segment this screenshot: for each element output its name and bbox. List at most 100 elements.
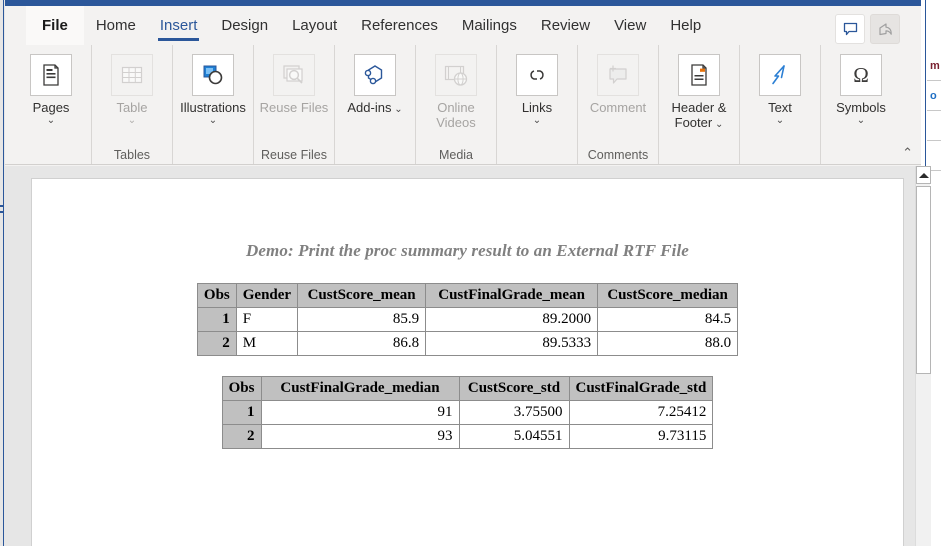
chevron-down-icon[interactable]: ⌄ — [391, 104, 402, 115]
ribbon-group: Text ⌄ — [740, 45, 821, 164]
ribbon-button-comment: Comment — [580, 51, 656, 118]
symbols-icon: Ω — [840, 54, 882, 96]
tab-home[interactable]: Home — [84, 6, 148, 45]
cell-custscore-mean: 85.9 — [297, 307, 427, 332]
chevron-down-icon[interactable]: ⌄ — [857, 115, 865, 126]
ribbon-group: Pages ⌄ — [11, 45, 92, 164]
ribbon-group-tables: Table ⌄ Tables — [92, 45, 173, 164]
column-header-custfinalgrade-mean: CustFinalGrade_mean — [425, 283, 599, 308]
scroll-up-button[interactable] — [916, 166, 931, 184]
table-icon — [111, 54, 153, 96]
share-button[interactable] — [870, 14, 900, 44]
left-edge-marker — [0, 211, 4, 213]
comment-button[interactable] — [835, 14, 865, 44]
column-header-gender: Gender — [235, 283, 299, 308]
document-canvas: Demo: Print the proc summary result to a… — [5, 166, 921, 546]
background-text-fragment-2: o — [930, 90, 937, 102]
tab-insert[interactable]: Insert — [148, 6, 210, 45]
ribbon-button-label: Reuse Files — [259, 100, 329, 115]
window-command-buttons — [835, 14, 900, 44]
cell-obs: 2 — [196, 331, 237, 356]
cell-gender: M — [235, 331, 299, 356]
ribbon-group: Ω Symbols ⌄ — [821, 45, 901, 164]
cell-custscore-std: 5.04551 — [458, 424, 570, 449]
ribbon-group-items: Text ⌄ — [742, 45, 818, 146]
scrollbar-track[interactable] — [916, 374, 931, 546]
table-row: 1 F 85.9 89.2000 84.5 — [196, 307, 739, 332]
summary-table-1[interactable]: Obs Gender CustScore_mean CustFinalGrade… — [196, 283, 739, 356]
ribbon-button-label: Links — [521, 100, 553, 115]
vertical-scrollbar[interactable] — [915, 166, 931, 546]
ribbon-button-header-footer[interactable]: Header & Footer ⌄ — [661, 51, 737, 133]
svg-text:Ω: Ω — [853, 63, 869, 87]
ribbon-button-label: Symbols — [836, 100, 886, 115]
cell-custfinalgrade-median: 91 — [260, 400, 460, 425]
background-window-line — [927, 80, 941, 81]
tab-layout[interactable]: Layout — [280, 6, 349, 45]
ribbon-group-items: Links ⌄ — [499, 45, 575, 146]
ribbon-group: Add-ins ⌄ — [335, 45, 416, 164]
ribbon-tab-strip: File Home Insert Design Layout References Mail… — [5, 6, 921, 45]
cell-obs: 1 — [196, 307, 237, 332]
column-header-obs: Obs — [196, 283, 237, 308]
tab-file[interactable]: File — [26, 6, 84, 45]
pages-icon — [30, 54, 72, 96]
cell-custscore-std: 3.75500 — [458, 400, 570, 425]
table-row: 2 M 86.8 89.5333 88.0 — [196, 331, 739, 356]
ribbon-group-items: Comment — [580, 45, 656, 146]
chevron-down-icon[interactable]: ⌄ — [533, 115, 541, 126]
ribbon-group: Illustrations ⌄ — [173, 45, 254, 164]
tab-references[interactable]: References — [349, 6, 450, 45]
ribbon-group-items: Illustrations ⌄ — [175, 45, 251, 146]
collapse-ribbon-button[interactable]: ⌃ — [902, 145, 913, 161]
ribbon-button-label: Text — [768, 100, 792, 115]
table-row: 2 93 5.04551 9.73115 — [221, 424, 714, 449]
word-application-window: m o File Home Insert Design Layout References… — [0, 0, 941, 546]
ribbon-group-items: Add-ins ⌄ — [337, 45, 413, 146]
ribbon-button-label: Pages — [32, 100, 70, 115]
scrollbar-thumb[interactable] — [916, 186, 931, 374]
table-header-row: Obs Gender CustScore_mean CustFinalGrade… — [196, 283, 739, 308]
chevron-down-icon[interactable]: ⌄ — [712, 119, 723, 130]
cell-custfinalgrade-mean: 89.5333 — [425, 331, 599, 356]
ribbon-button-label: Add-ins ⌄ — [347, 100, 403, 115]
chevron-down-icon[interactable]: ⌄ — [776, 115, 784, 126]
chevron-down-icon[interactable]: ⌄ — [128, 115, 136, 126]
ribbon-button-links[interactable]: Links ⌄ — [499, 51, 575, 129]
tab-help[interactable]: Help — [658, 6, 713, 45]
ribbon-button-illustrations[interactable]: Illustrations ⌄ — [175, 51, 251, 129]
scroll-up-arrow-icon — [918, 172, 929, 178]
text-icon — [759, 54, 801, 96]
document-page[interactable]: Demo: Print the proc summary result to a… — [31, 178, 904, 546]
comment-icon — [842, 21, 859, 38]
ribbon-button-pages[interactable]: Pages ⌄ — [13, 51, 89, 129]
ribbon-group-label: Media — [438, 148, 474, 162]
share-icon — [877, 21, 894, 38]
summary-table-2[interactable]: Obs CustFinalGrade_median CustScore_std … — [221, 376, 714, 449]
links-icon — [516, 54, 558, 96]
tab-mailings[interactable]: Mailings — [450, 6, 529, 45]
ribbon-button-text[interactable]: Text ⌄ — [742, 51, 818, 129]
tab-review[interactable]: Review — [529, 6, 602, 45]
ribbon-group-reuse-files: Reuse Files Reuse Files — [254, 45, 335, 164]
background-window-line — [927, 110, 941, 111]
ribbon-button-symbols[interactable]: Ω Symbols ⌄ — [823, 51, 899, 129]
header-footer-icon — [678, 54, 720, 96]
ribbon-group-items: Header & Footer ⌄ — [661, 45, 737, 146]
ribbon-button-add-ins[interactable]: Add-ins ⌄ — [337, 51, 413, 118]
ribbon-group-items: Ω Symbols ⌄ — [823, 45, 899, 146]
reuse-files-icon — [273, 54, 315, 96]
ribbon-group-items: Reuse Files — [256, 45, 332, 146]
ribbon-group-media: Online Videos Media — [416, 45, 497, 164]
chevron-down-icon[interactable]: ⌄ — [209, 115, 217, 126]
chevron-down-icon[interactable]: ⌄ — [47, 115, 55, 126]
left-edge-marker — [0, 205, 4, 207]
cell-obs: 1 — [221, 400, 262, 425]
summary-table-2-wrapper: Obs CustFinalGrade_median CustScore_std … — [32, 376, 903, 449]
illustrations-icon — [192, 54, 234, 96]
column-header-custfinalgrade-median: CustFinalGrade_median — [260, 376, 460, 401]
tab-design[interactable]: Design — [209, 6, 280, 45]
tab-view[interactable]: View — [602, 6, 658, 45]
column-header-obs: Obs — [221, 376, 262, 401]
cell-custscore-mean: 86.8 — [297, 331, 427, 356]
